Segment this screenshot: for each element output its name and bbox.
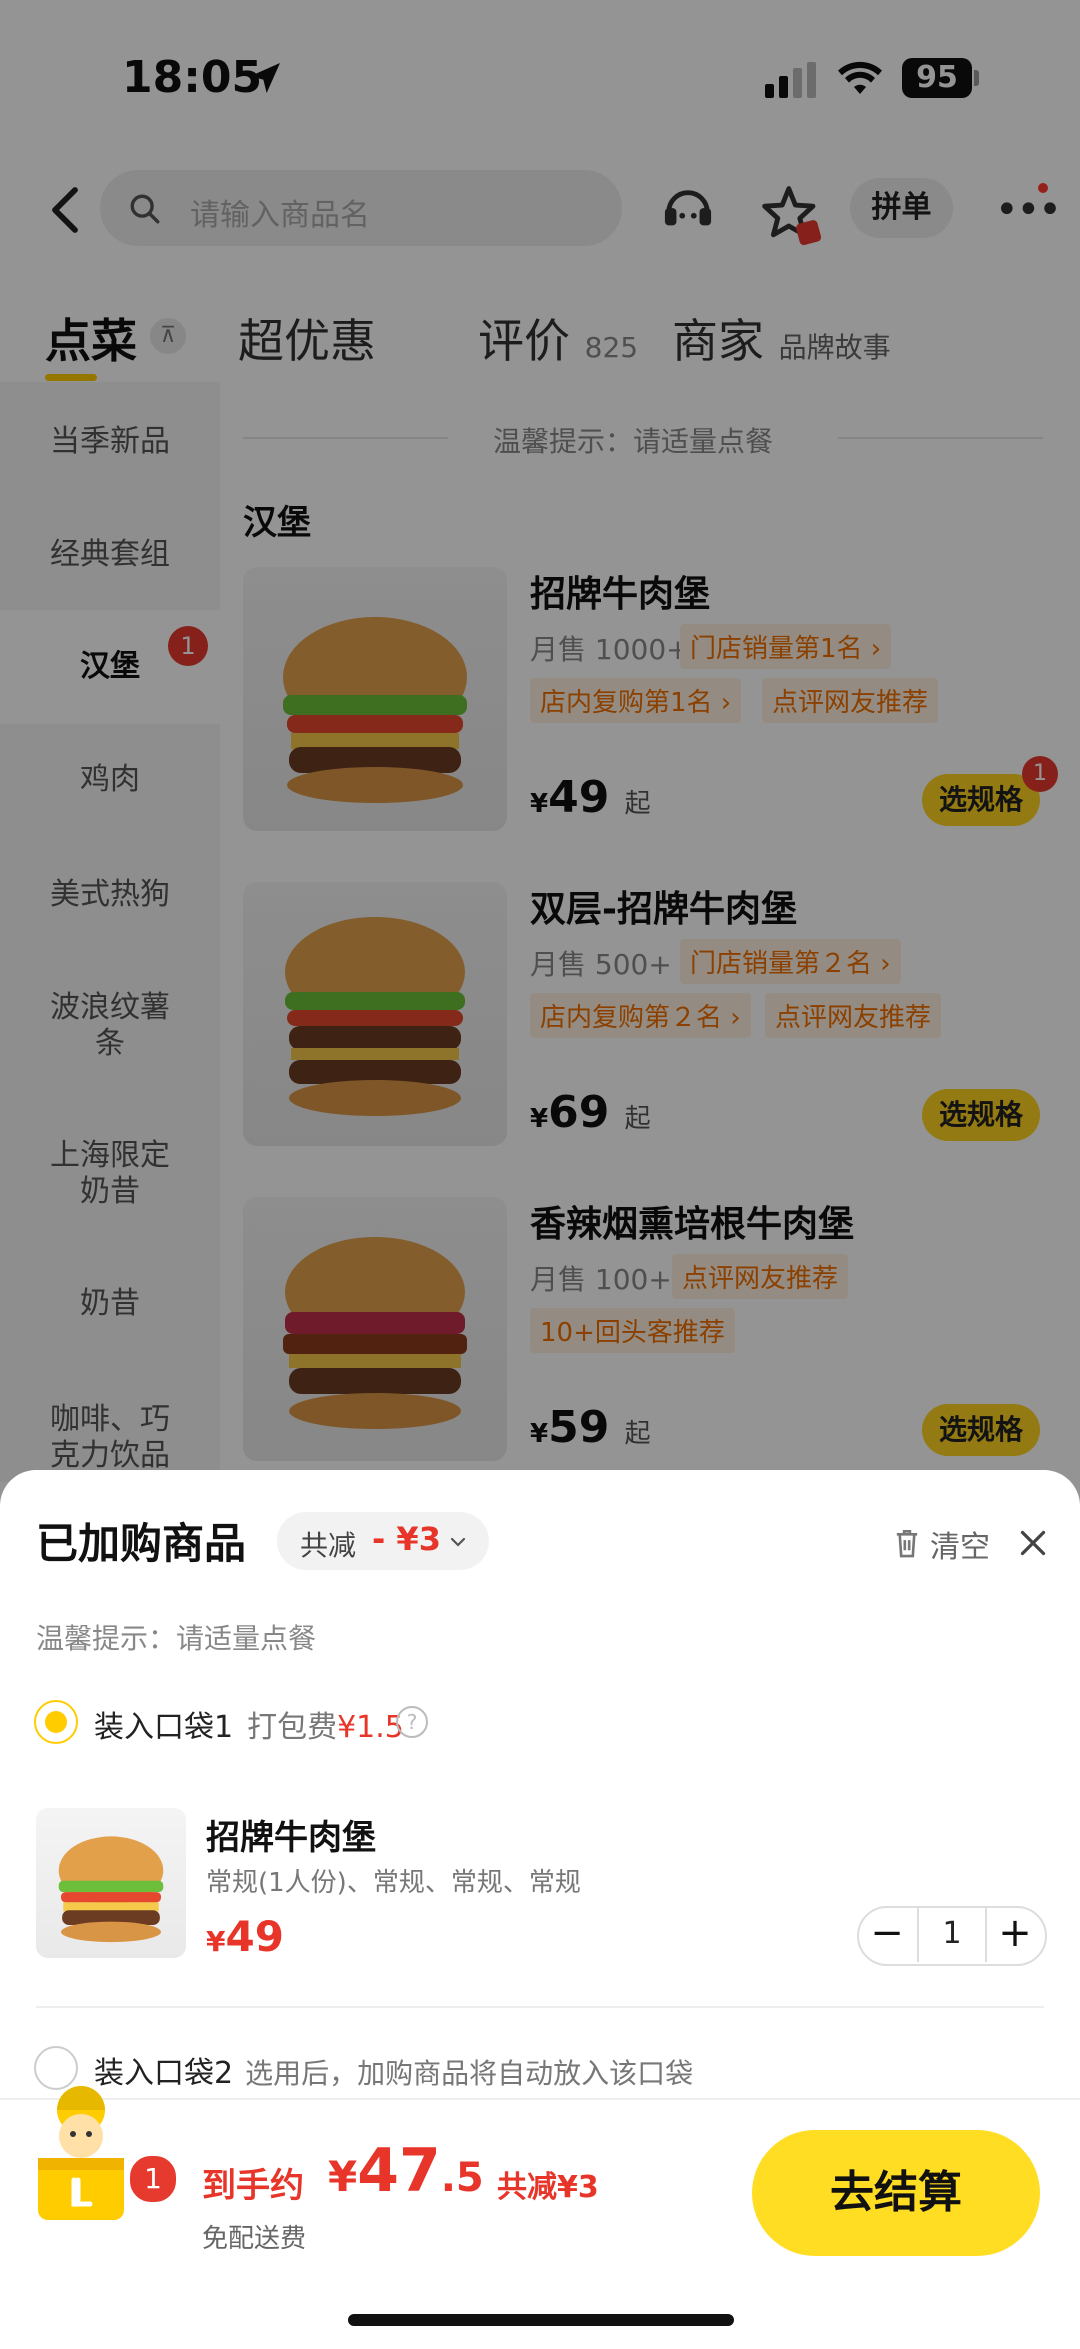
quantity-value[interactable]: 1 (919, 1906, 985, 1962)
chevron-down-icon (450, 1537, 466, 1547)
bag2-label: 装入口袋2 选用后，加购商品将自动放入该口袋 (94, 2048, 693, 2092)
discount-label: 共减 (300, 1529, 357, 1562)
total-price-dec: .5 (440, 2155, 484, 2201)
clear-cart-button[interactable]: 清空 (930, 1522, 990, 1566)
pay-label: 到手约 (202, 2166, 304, 2206)
currency: ¥ (328, 2152, 358, 2201)
packing-fee-value: ¥1.5 (337, 1710, 404, 1745)
total-discount: 共减¥3 (497, 2170, 599, 2205)
bag1-name: 装入口袋1 (94, 1710, 234, 1745)
cart-mascot-icon[interactable] (22, 2080, 140, 2230)
divider (36, 2006, 1044, 2008)
delivery-fee-note: 免配送费 (202, 2224, 307, 2254)
decrease-quantity-button[interactable]: − (857, 1906, 917, 1962)
discount-value: - ¥3 (372, 1520, 441, 1558)
cart-item-spec: 常规(1人份)、常规、常规、常规 (206, 1868, 581, 1898)
cart-item-name: 招牌牛肉堡 (206, 1818, 376, 1858)
burger-thumbnail (58, 1836, 164, 1943)
help-icon[interactable]: ? (396, 1706, 428, 1738)
cart-tip: 温馨提示：请适量点餐 (36, 1622, 317, 1655)
currency: ¥ (206, 1925, 226, 1958)
checkout-button[interactable]: 去结算 (752, 2130, 1040, 2256)
cart-count-badge: 1 (128, 2154, 178, 2204)
bag1-radio[interactable] (34, 1700, 78, 1744)
cart-item-image[interactable] (36, 1808, 186, 1958)
bag1-label: 装入口袋1 打包费¥1.5 (94, 1702, 404, 1746)
cart-title: 已加购商品 (36, 1519, 247, 1568)
trash-icon[interactable] (892, 1527, 922, 1559)
total-price-int: 47 (357, 2136, 441, 2206)
cart-item-price: ¥49 (206, 1912, 284, 1961)
total-price: ¥47.5 (328, 2136, 484, 2206)
increase-quantity-button[interactable]: + (985, 1906, 1045, 1962)
cart-item-price-value: 49 (225, 1912, 284, 1961)
bag2-hint: 选用后，加购商品将自动放入该口袋 (245, 2057, 694, 2090)
close-icon[interactable] (1018, 1528, 1048, 1558)
packing-fee-label: 打包费 (247, 1710, 338, 1745)
home-indicator (348, 2314, 734, 2326)
